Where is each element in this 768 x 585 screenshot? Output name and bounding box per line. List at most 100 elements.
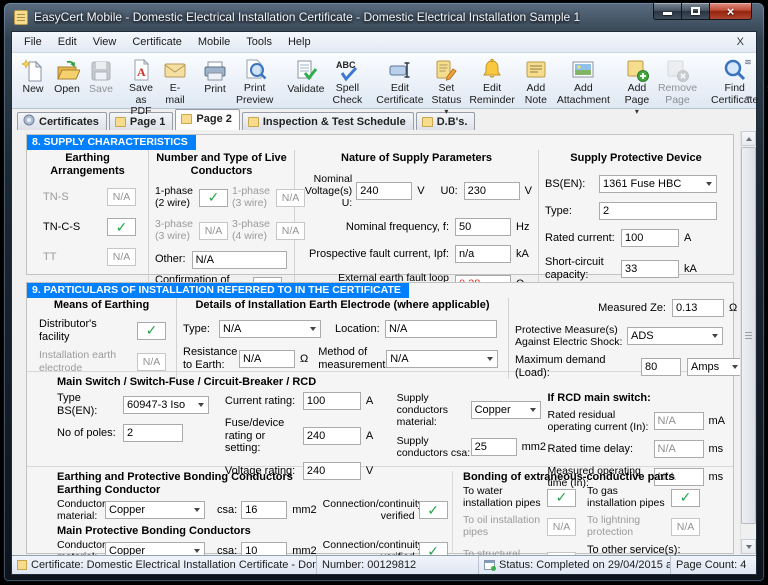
- maximize-icon: [691, 7, 700, 15]
- method-select[interactable]: N/A: [386, 349, 499, 368]
- fuse-rating-unit: A: [365, 429, 374, 442]
- installation-summary-group: Measured Ze: 0.13 Ω Protective Measure(s…: [509, 298, 749, 379]
- vertical-scrollbar[interactable]: [740, 131, 756, 554]
- location-input[interactable]: N/A: [385, 320, 497, 339]
- menu-mobile[interactable]: Mobile: [190, 34, 238, 50]
- gas-pipes-checkbox[interactable]: ✓: [671, 488, 700, 507]
- rated-current-input[interactable]: 100: [621, 229, 679, 248]
- toolbar-overflow-button[interactable]: ≋ ▾: [742, 55, 754, 106]
- email-button[interactable]: E-mail: [158, 55, 192, 106]
- location-label: Location:: [335, 322, 380, 335]
- edit-certificate-button[interactable]: Edit Certificate: [372, 55, 427, 106]
- poles-input[interactable]: 2: [123, 424, 183, 443]
- set-status-button[interactable]: Set Status ▾: [428, 55, 466, 116]
- protective-measure-select[interactable]: ADS: [627, 327, 723, 346]
- ec-material-select[interactable]: Copper: [105, 501, 205, 520]
- menu-tools[interactable]: Tools: [238, 34, 280, 50]
- open-button[interactable]: Open: [50, 55, 84, 106]
- button-label: Print Preview: [236, 82, 274, 106]
- edit-reminder-button[interactable]: Edit Reminder: [465, 55, 519, 106]
- add-page-button[interactable]: Add Page ▾: [620, 55, 654, 116]
- settings-button[interactable]: Settings: [762, 55, 768, 106]
- remove-page-icon: [664, 57, 690, 83]
- distributors-facility-label: Distributor's facility: [39, 318, 97, 343]
- current-rating-input[interactable]: 100: [302, 392, 361, 410]
- menu-file[interactable]: File: [16, 34, 50, 50]
- button-label: Remove Page: [657, 82, 698, 106]
- add-note-button[interactable]: Add Note: [519, 55, 553, 106]
- bell-icon: [479, 57, 505, 83]
- select-value: Copper: [109, 504, 146, 517]
- maximize-button[interactable]: [682, 3, 709, 20]
- structural-steel-checkbox[interactable]: N/A: [547, 551, 576, 555]
- electrode-type-select[interactable]: N/A: [219, 320, 321, 339]
- remove-page-button[interactable]: Remove Page: [654, 55, 701, 106]
- oil-pipes-checkbox[interactable]: N/A: [547, 517, 576, 536]
- u0-voltage-input[interactable]: 230: [463, 182, 520, 201]
- supply-conductors-csa-label: Supply conductors csa:: [396, 435, 471, 460]
- fuse-rating-input[interactable]: 240: [302, 426, 361, 445]
- frequency-input[interactable]: 50: [455, 218, 511, 237]
- edit-field-icon: [387, 57, 413, 83]
- save-button[interactable]: Save: [84, 55, 118, 106]
- section-9-panel: 9. PARTICULARS OF INSTALLATION REFERRED …: [26, 282, 743, 555]
- supply-conductors-material-select[interactable]: Copper: [470, 401, 541, 420]
- print-preview-button[interactable]: Print Preview: [232, 55, 277, 106]
- phase-3-3-checkbox[interactable]: N/A: [199, 222, 228, 241]
- short-circuit-input[interactable]: 33: [621, 259, 679, 278]
- rated-current-unit: A: [684, 232, 692, 245]
- menu-certificate[interactable]: Certificate: [124, 34, 190, 50]
- scroll-up-button[interactable]: [741, 131, 756, 146]
- lightning-protection-checkbox[interactable]: N/A: [671, 517, 700, 536]
- menu-help[interactable]: Help: [280, 34, 319, 50]
- phase-1-2-checkbox[interactable]: ✓: [199, 188, 228, 207]
- menu-view[interactable]: View: [85, 34, 125, 50]
- mpb-verified-checkbox[interactable]: ✓: [418, 542, 448, 555]
- validate-button[interactable]: Validate: [283, 55, 328, 106]
- fault-current-input[interactable]: n/a: [455, 245, 511, 264]
- menu-close-document-button[interactable]: X: [729, 36, 752, 48]
- other-conductors-input[interactable]: N/A: [191, 250, 287, 269]
- save-as-pdf-button[interactable]: A Save as PDF: [124, 55, 158, 117]
- max-demand-input[interactable]: 80: [641, 357, 681, 376]
- mpb-csa-input[interactable]: 10: [241, 542, 288, 555]
- add-attachment-button[interactable]: Add Attachment: [553, 55, 614, 106]
- type-input[interactable]: 2: [599, 202, 717, 221]
- u-voltage-input[interactable]: 240: [356, 182, 413, 201]
- ec-csa-input[interactable]: 16: [241, 501, 288, 520]
- mpb-material-select[interactable]: Copper: [105, 542, 205, 555]
- rated-residual-input[interactable]: N/A: [653, 412, 704, 431]
- resistance-label: Resistance to Earth:: [183, 346, 238, 371]
- distributors-facility-checkbox[interactable]: ✓: [137, 321, 166, 340]
- button-label: Save as PDF: [129, 82, 153, 118]
- installation-electrode-checkbox[interactable]: N/A: [137, 352, 166, 371]
- new-button[interactable]: New: [16, 55, 50, 106]
- scroll-down-button[interactable]: [741, 539, 756, 554]
- close-button[interactable]: ×: [709, 3, 752, 20]
- earth-electrode-details-group: Details of Installation Earth Electrode …: [177, 298, 509, 380]
- menu-edit[interactable]: Edit: [50, 34, 85, 50]
- tncs-checkbox[interactable]: ✓: [107, 218, 136, 237]
- tab-inspection-test-schedule[interactable]: Inspection & Test Schedule: [241, 112, 414, 130]
- bsen-select[interactable]: 1361 Fuse HBC: [599, 175, 717, 194]
- supply-conductors-csa-input[interactable]: 25: [470, 438, 517, 457]
- max-demand-unit-select[interactable]: Amps: [687, 357, 743, 376]
- titlebar[interactable]: EasyCert Mobile - Domestic Electrical In…: [4, 3, 764, 29]
- resistance-input[interactable]: N/A: [239, 349, 295, 368]
- find-certificate-button[interactable]: Find Certificate: [707, 55, 762, 106]
- max-demand-label: Maximum demand (Load):: [515, 354, 606, 379]
- ec-verified-checkbox[interactable]: ✓: [418, 501, 448, 520]
- print-button[interactable]: Print: [198, 55, 232, 106]
- tab-certificates[interactable]: Certificates: [17, 112, 107, 130]
- tns-checkbox[interactable]: N/A: [107, 188, 136, 207]
- scrollbar-thumb[interactable]: [741, 147, 756, 524]
- select-value: N/A: [223, 323, 242, 336]
- spell-check-button[interactable]: ABC Spell Check: [329, 55, 367, 106]
- measured-ze-input[interactable]: 0.13: [672, 299, 724, 317]
- water-pipes-checkbox[interactable]: ✓: [547, 488, 576, 507]
- tt-checkbox[interactable]: N/A: [107, 248, 136, 267]
- minimize-button[interactable]: [653, 3, 682, 20]
- time-delay-input[interactable]: N/A: [653, 440, 704, 459]
- tab-page-2[interactable]: Page 2: [175, 109, 240, 130]
- type-bsen-select[interactable]: 60947-3 Iso: [123, 395, 209, 414]
